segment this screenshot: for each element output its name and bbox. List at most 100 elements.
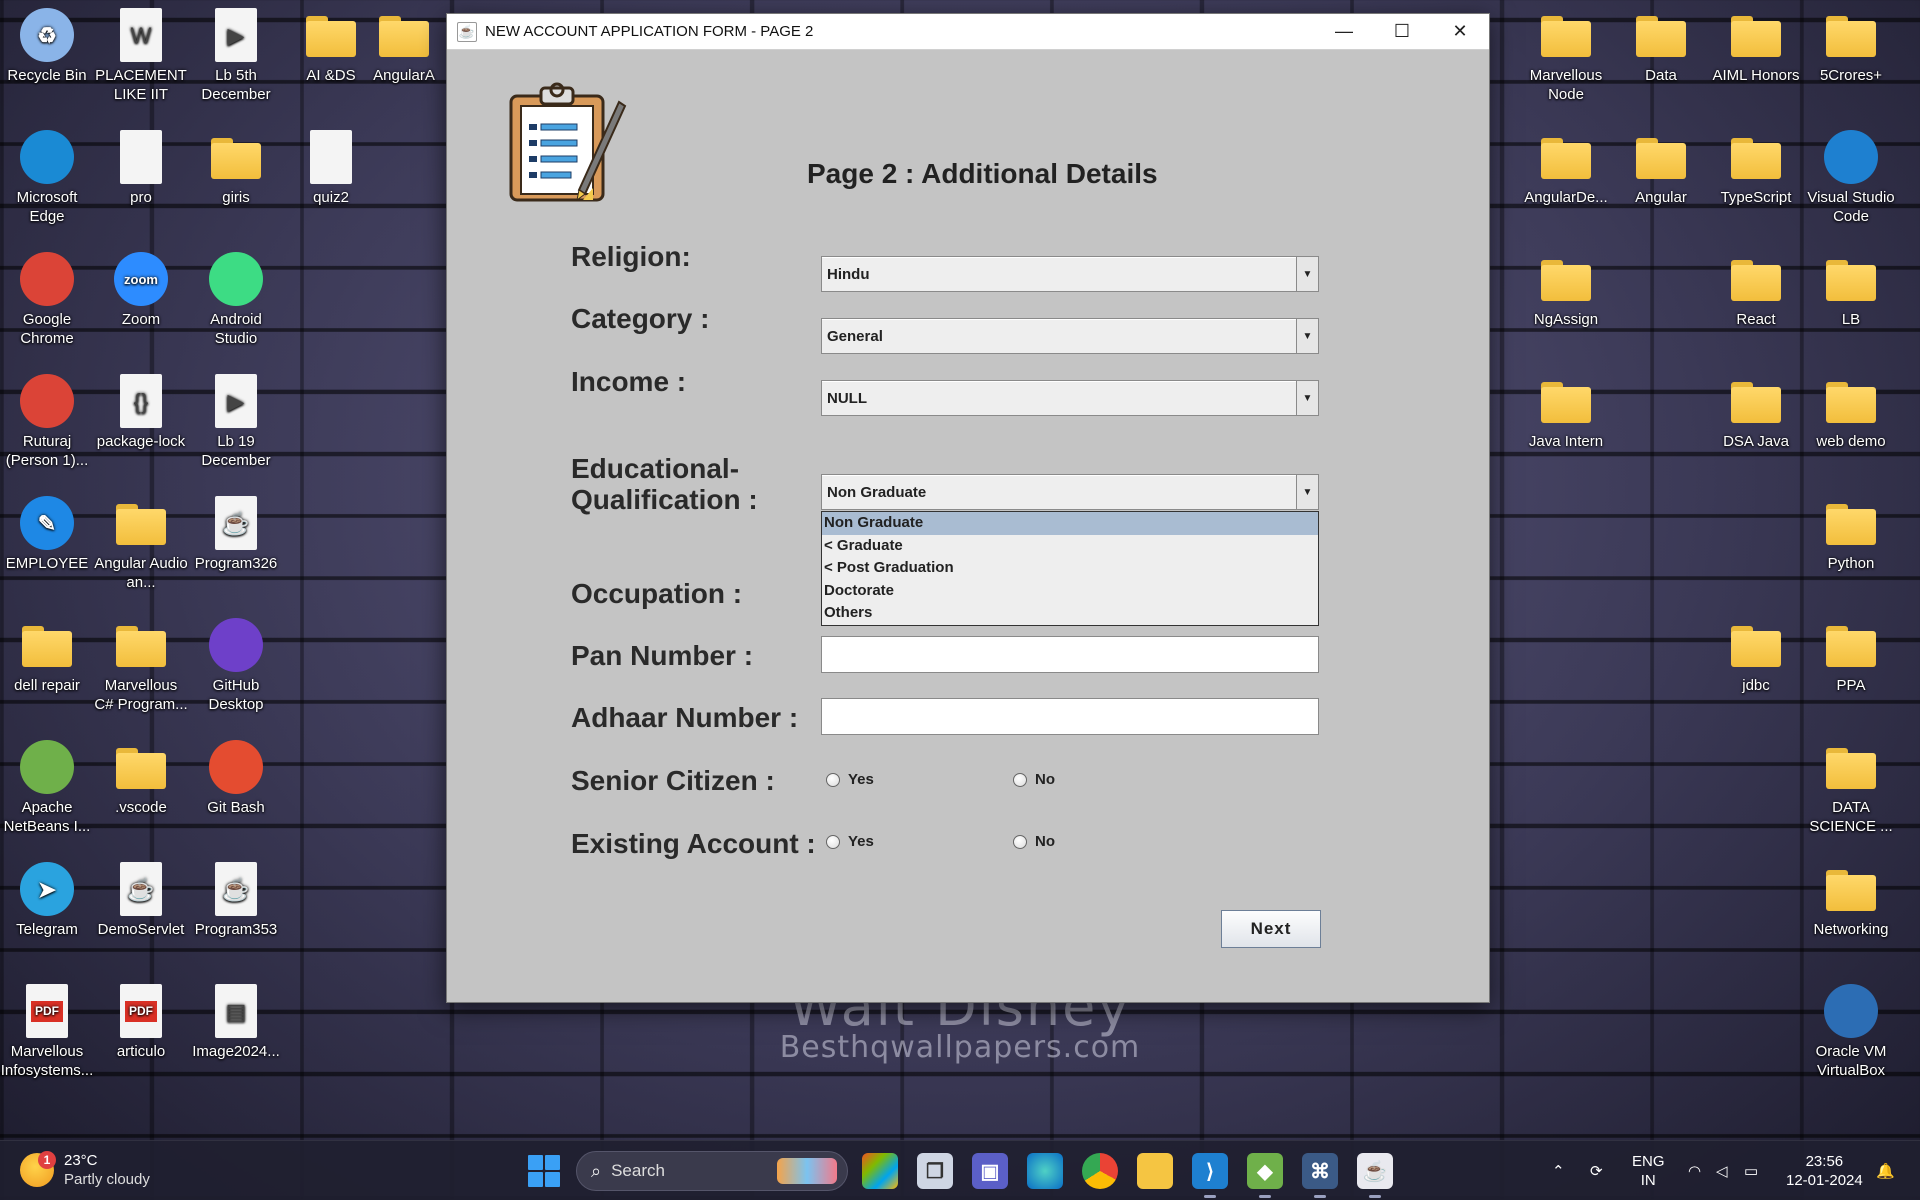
vscode-taskbar-icon[interactable]: ⟩ xyxy=(1192,1153,1228,1198)
clock[interactable]: 23:56 12-01-2024 xyxy=(1786,1141,1863,1200)
desktop-icon[interactable]: Ruturaj (Person 1)... xyxy=(0,368,94,470)
desktop-icon[interactable]: 5Crores+ xyxy=(1804,2,1898,85)
category-combobox[interactable]: General ▼ xyxy=(821,318,1319,354)
minimize-button[interactable]: — xyxy=(1315,14,1373,50)
copilot-icon[interactable] xyxy=(862,1153,898,1189)
weather-widget[interactable]: 1 23°C Partly cloudy xyxy=(20,1151,150,1189)
desktop-icon[interactable]: DSA Java xyxy=(1709,368,1803,451)
desktop-icon[interactable]: AngularA xyxy=(362,2,446,85)
teams-chat-icon[interactable]: ▣ xyxy=(972,1153,1008,1189)
close-button[interactable]: ✕ xyxy=(1431,14,1489,50)
start-button[interactable] xyxy=(528,1155,560,1187)
desktop-icon[interactable]: PPA xyxy=(1804,612,1898,695)
file-explorer-icon[interactable] xyxy=(1137,1153,1173,1189)
dropdown-option[interactable]: < Graduate xyxy=(822,535,1318,558)
edge-taskbar-icon[interactable] xyxy=(1027,1153,1063,1189)
desktop-icon[interactable]: ▶ Lb 5th December xyxy=(189,2,283,104)
dropdown-option[interactable]: Others xyxy=(822,602,1318,625)
desktop-icon[interactable]: web demo xyxy=(1804,368,1898,451)
desktop-icon[interactable]: pro xyxy=(94,124,188,207)
desktop-icon[interactable]: Visual Studio Code xyxy=(1804,124,1898,226)
next-button[interactable]: Next xyxy=(1221,910,1321,948)
radio-circle-icon[interactable] xyxy=(1013,834,1027,849)
desktop-icon[interactable]: Data xyxy=(1614,2,1708,85)
notification-bell-icon[interactable]: 🔔 xyxy=(1876,1141,1895,1200)
radio-circle-icon[interactable] xyxy=(1013,772,1027,787)
existing-account-yes-radio[interactable]: Yes xyxy=(826,833,874,850)
volume-icon[interactable]: ◁ xyxy=(1716,1141,1728,1200)
desktop-icon[interactable]: AIML Honors xyxy=(1709,2,1803,85)
mysql-workbench-icon[interactable]: ⌘ xyxy=(1302,1153,1338,1198)
desktop-icon[interactable]: jdbc xyxy=(1709,612,1803,695)
desktop-icon[interactable]: DATA SCIENCE ... xyxy=(1804,734,1898,836)
wifi-icon[interactable]: ◠ xyxy=(1688,1141,1701,1200)
dropdown-option[interactable]: Doctorate xyxy=(822,580,1318,603)
desktop-icon[interactable]: LB xyxy=(1804,246,1898,329)
senior-citizen-yes-radio[interactable]: Yes xyxy=(826,771,874,788)
radio-circle-icon[interactable] xyxy=(826,834,840,849)
desktop-icon[interactable]: W PLACEMENT LIKE IIT xyxy=(94,2,188,104)
income-combobox[interactable]: NULL ▼ xyxy=(821,380,1319,416)
desktop-icon[interactable]: NgAssign xyxy=(1519,246,1613,329)
desktop-icon[interactable]: Marvellous C# Program... xyxy=(94,612,188,714)
chrome-taskbar-icon[interactable] xyxy=(1082,1153,1118,1189)
desktop-icon[interactable]: Marvellous Node xyxy=(1519,2,1613,104)
desktop-icon[interactable]: .vscode xyxy=(94,734,188,817)
desktop-icon[interactable]: ✎ EMPLOYEE xyxy=(0,490,94,573)
desktop-icon[interactable]: Git Bash xyxy=(189,734,283,817)
desktop-icon[interactable]: Java Intern xyxy=(1519,368,1613,451)
desktop-icon[interactable]: ☕ Program353 xyxy=(189,856,283,939)
language-indicator[interactable]: ENG IN xyxy=(1632,1141,1665,1200)
senior-citizen-no-radio[interactable]: No xyxy=(1013,771,1055,788)
desktop-icon[interactable]: ▶ Lb 19 December xyxy=(189,368,283,470)
desktop-icon[interactable]: Angular Audio an... xyxy=(94,490,188,592)
desktop-icon[interactable]: zoom Zoom xyxy=(94,246,188,329)
show-hidden-icons-chevron-icon[interactable]: ⌃ xyxy=(1552,1141,1565,1200)
radio-circle-icon[interactable] xyxy=(826,772,840,787)
desktop-icon[interactable]: ☕ Program326 xyxy=(189,490,283,573)
desktop-icon[interactable]: Networking xyxy=(1804,856,1898,939)
desktop-icon[interactable]: Oracle VM VirtualBox xyxy=(1804,978,1898,1080)
desktop-icon[interactable]: Apache NetBeans I... xyxy=(0,734,94,836)
desktop-icon[interactable]: PDF Marvellous Infosystems... xyxy=(0,978,94,1080)
desktop-icon[interactable]: ▤ Image2024... xyxy=(189,978,283,1061)
desktop-icon[interactable]: Android Studio xyxy=(189,246,283,348)
desktop-icon[interactable]: giris xyxy=(189,124,283,207)
chevron-down-icon[interactable]: ▼ xyxy=(1296,319,1318,353)
desktop-icon[interactable]: ☕ DemoServlet xyxy=(94,856,188,939)
religion-combobox[interactable]: Hindu ▼ xyxy=(821,256,1319,292)
window-titlebar[interactable]: ☕ NEW ACCOUNT APPLICATION FORM - PAGE 2 … xyxy=(447,14,1489,50)
education-combobox[interactable]: Non Graduate ▼ xyxy=(821,474,1319,510)
sync-icon[interactable]: ⟳ xyxy=(1590,1141,1603,1200)
desktop-icon[interactable]: Google Chrome xyxy=(0,246,94,348)
chevron-down-icon[interactable]: ▼ xyxy=(1296,257,1318,291)
adhaar-number-field[interactable] xyxy=(821,698,1319,735)
desktop-icon[interactable]: ♻ Recycle Bin xyxy=(0,2,94,85)
desktop-icon[interactable]: dell repair xyxy=(0,612,94,695)
dropdown-option[interactable]: Non Graduate xyxy=(822,512,1318,535)
taskbar-search[interactable]: ⌕ Search xyxy=(576,1151,848,1191)
desktop-icon[interactable]: PDF articulo xyxy=(94,978,188,1061)
pan-number-field[interactable] xyxy=(821,636,1319,673)
battery-icon[interactable]: ▭ xyxy=(1744,1141,1758,1200)
desktop-icon[interactable]: Microsoft Edge xyxy=(0,124,94,226)
java-taskbar-icon[interactable]: ☕ xyxy=(1357,1153,1393,1198)
chevron-down-icon[interactable]: ▼ xyxy=(1296,381,1318,415)
education-dropdown-list[interactable]: Non Graduate < Graduate < Post Graduation D… xyxy=(821,511,1319,626)
maximize-button[interactable]: ☐ xyxy=(1373,14,1431,50)
desktop-icon[interactable]: GitHub Desktop xyxy=(189,612,283,714)
desktop-icon[interactable]: ➤ Telegram xyxy=(0,856,94,939)
desktop-icon[interactable]: TypeScript xyxy=(1709,124,1803,207)
desktop-icon[interactable]: AngularDe... xyxy=(1519,124,1613,207)
desktop-icon-label: Program353 xyxy=(194,921,278,938)
chevron-down-icon[interactable]: ▼ xyxy=(1296,475,1318,509)
existing-account-no-radio[interactable]: No xyxy=(1013,833,1055,850)
desktop-icon[interactable]: Python xyxy=(1804,490,1898,573)
dropdown-option[interactable]: < Post Graduation xyxy=(822,557,1318,580)
desktop-icon[interactable]: {} package-lock xyxy=(94,368,188,451)
desktop-icon[interactable]: Angular xyxy=(1614,124,1708,207)
desktop-icon[interactable]: quiz2 xyxy=(284,124,378,207)
netbeans-taskbar-icon[interactable]: ◆ xyxy=(1247,1153,1283,1198)
desktop-icon[interactable]: React xyxy=(1709,246,1803,329)
task-view-icon[interactable]: ❐ xyxy=(917,1153,953,1189)
